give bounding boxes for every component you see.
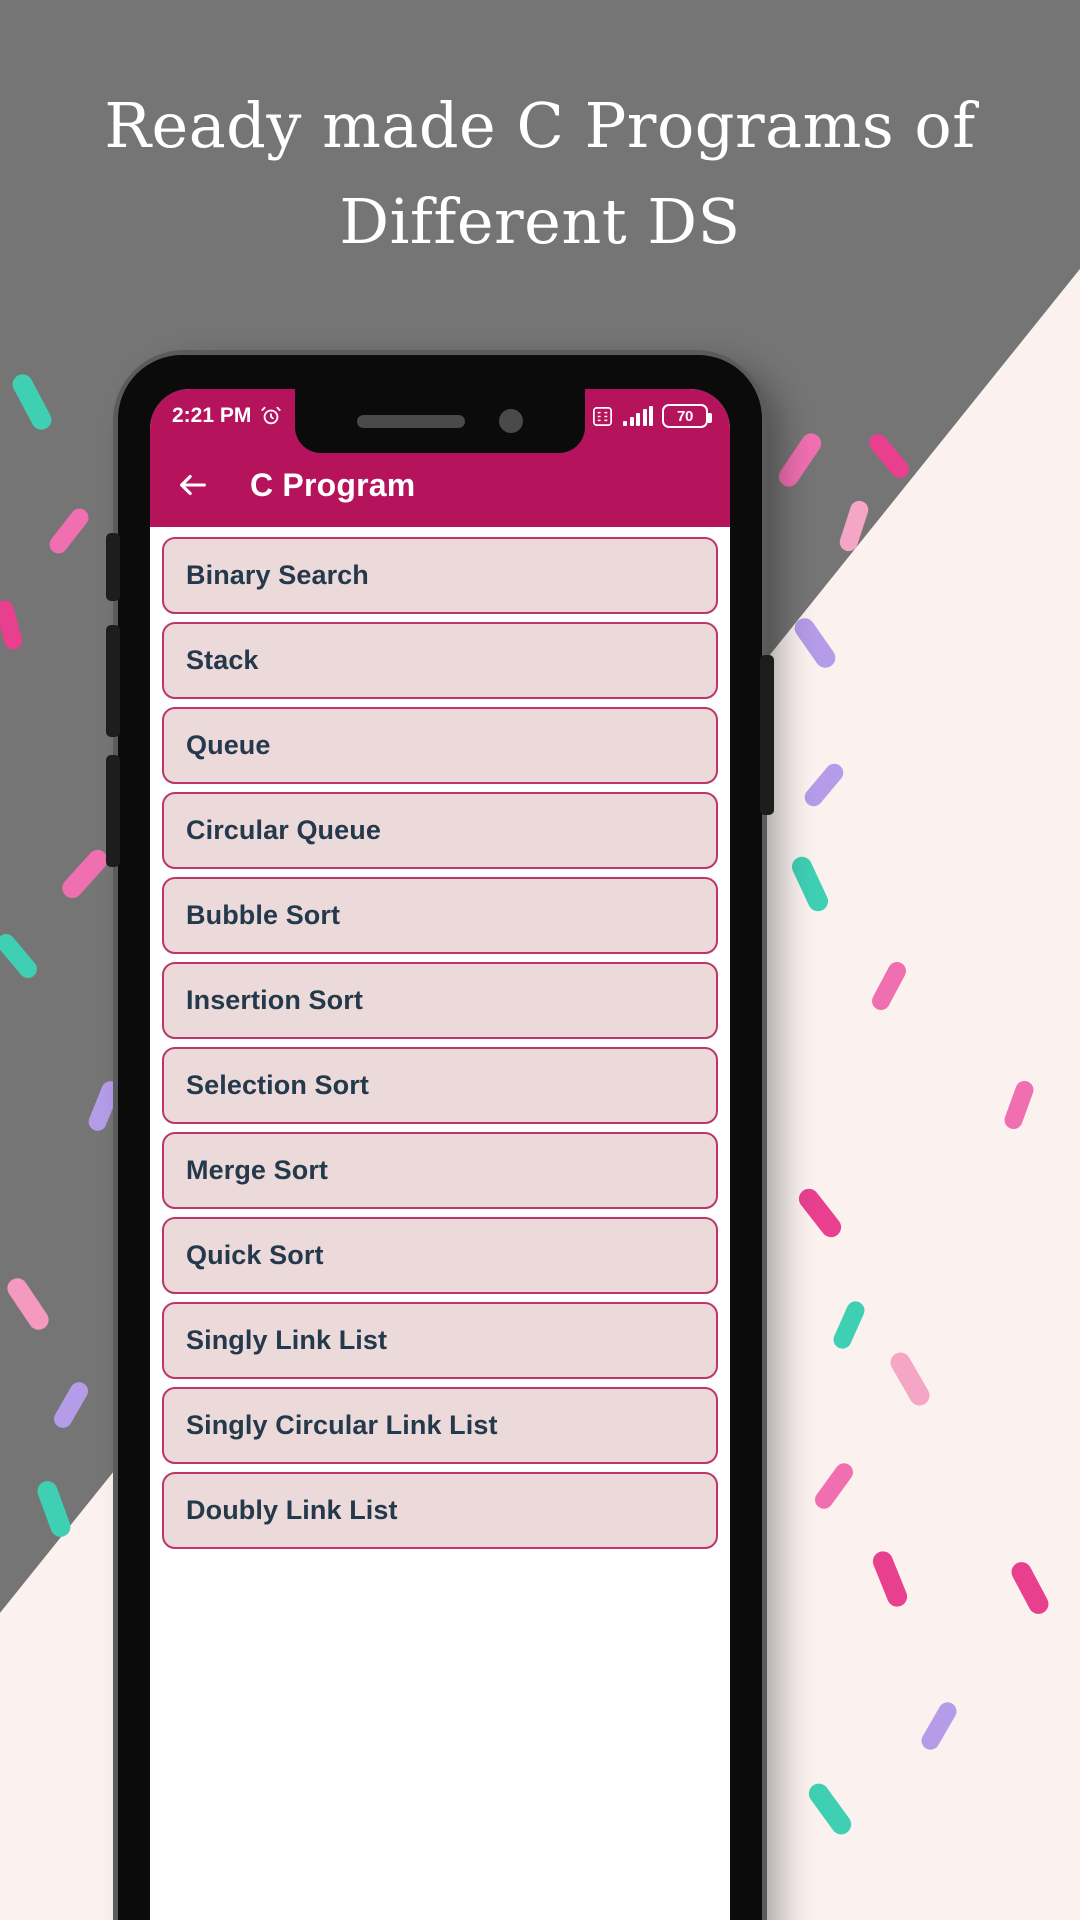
- list-item[interactable]: Binary Search: [162, 537, 718, 614]
- status-time: 2:21 PM: [172, 404, 252, 427]
- list-item[interactable]: Queue: [162, 707, 718, 784]
- list-item[interactable]: Insertion Sort: [162, 962, 718, 1039]
- status-bar-right: 70: [591, 404, 712, 428]
- app-bar: C Program: [150, 443, 730, 527]
- list-item-label: Quick Sort: [186, 1240, 324, 1270]
- list-item-label: Selection Sort: [186, 1070, 369, 1100]
- earpiece-speaker: [357, 414, 465, 428]
- sim-network-icon: [591, 405, 614, 428]
- list-item[interactable]: Stack: [162, 622, 718, 699]
- list-item[interactable]: Circular Queue: [162, 792, 718, 869]
- phone-screen: 2:21 PM 70 C Program Binary Search Stack…: [150, 389, 730, 1920]
- list-item-label: Merge Sort: [186, 1155, 329, 1185]
- program-list: Binary Search Stack Queue Circular Queue Bub…: [150, 527, 730, 1920]
- headline-line-2: Different DS: [339, 185, 741, 259]
- back-arrow-icon[interactable]: [176, 468, 210, 502]
- list-item-label: Bubble Sort: [186, 900, 341, 930]
- alarm-clock-icon: [260, 405, 282, 427]
- battery-level: 70: [676, 407, 694, 425]
- list-item[interactable]: Doubly Link List: [162, 1472, 718, 1549]
- list-item[interactable]: Selection Sort: [162, 1047, 718, 1124]
- phone-button-volume-down[interactable]: [106, 755, 120, 867]
- list-item-label: Stack: [186, 645, 259, 675]
- list-item-label: Insertion Sort: [186, 985, 363, 1015]
- list-item[interactable]: Bubble Sort: [162, 877, 718, 954]
- phone-mockup: 2:21 PM 70 C Program Binary Search Stack…: [106, 355, 774, 1920]
- phone-notch: [295, 389, 585, 453]
- list-item-label: Singly Circular Link List: [186, 1410, 498, 1440]
- list-item[interactable]: Quick Sort: [162, 1217, 718, 1294]
- headline-line-1: Ready made C Programs of: [104, 89, 976, 162]
- front-camera-icon: [499, 409, 523, 433]
- list-item-label: Doubly Link List: [186, 1495, 398, 1525]
- phone-button-power[interactable]: [760, 655, 774, 815]
- list-item-label: Singly Link List: [186, 1325, 388, 1355]
- signal-bars-icon: [623, 406, 653, 426]
- battery-icon: 70: [662, 404, 712, 428]
- list-item-label: Binary Search: [186, 560, 369, 590]
- status-bar: 2:21 PM 70: [150, 389, 730, 453]
- list-item[interactable]: Merge Sort: [162, 1132, 718, 1209]
- page-title: Ready made C Programs of Different DS: [0, 78, 1080, 270]
- list-item[interactable]: Singly Link List: [162, 1302, 718, 1379]
- list-item[interactable]: Singly Circular Link List: [162, 1387, 718, 1464]
- list-item-label: Circular Queue: [186, 815, 381, 845]
- phone-button-volume-up[interactable]: [106, 625, 120, 737]
- status-bar-left: 2:21 PM: [172, 404, 282, 428]
- list-item-label: Queue: [186, 730, 271, 760]
- phone-button-silent[interactable]: [106, 533, 120, 601]
- app-bar-title: C Program: [250, 466, 416, 503]
